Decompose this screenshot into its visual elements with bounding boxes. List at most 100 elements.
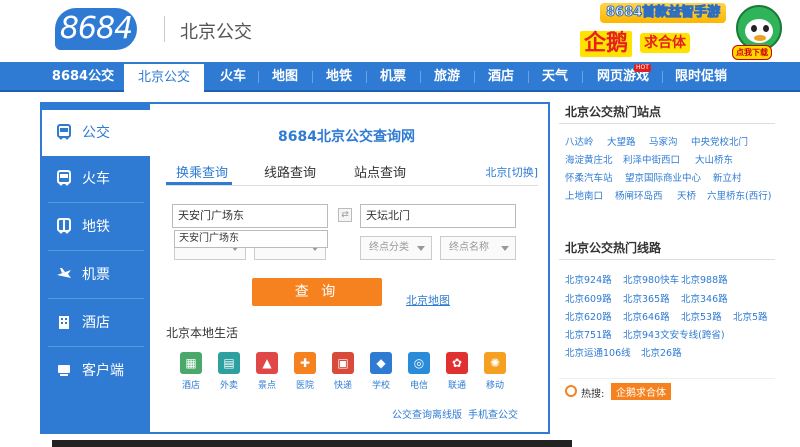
nav-item-travel[interactable]: 旅游: [424, 62, 470, 92]
beijing-map-link[interactable]: 北京地图: [406, 292, 450, 308]
life-item-mobile[interactable]: ✺ 移动: [480, 352, 510, 391]
nav-item-promotion[interactable]: 限时促销: [666, 62, 736, 92]
line-link[interactable]: 北京646路: [623, 309, 670, 323]
unicom-icon: ✿: [446, 352, 468, 374]
mobile-icon: ✺: [484, 352, 506, 374]
side-item-flights[interactable]: 机票: [42, 252, 150, 298]
nav-item-weather[interactable]: 天气: [532, 62, 578, 92]
end-category-select[interactable]: 终点分类: [360, 236, 432, 260]
stop-link[interactable]: 怀柔汽车站: [565, 170, 613, 184]
game-ad-banner[interactable]: 8684首款益智手游 企鹅 求合体 点我下载: [576, 3, 794, 61]
stop-link[interactable]: 六里桥东(西行): [707, 188, 771, 202]
hot-lines-title: 北京公交热门线路: [559, 236, 775, 260]
stop-link[interactable]: 利泽中街西口: [623, 152, 680, 166]
side-item-subway[interactable]: 地铁: [42, 204, 150, 250]
tab-line[interactable]: 线路查询: [264, 162, 316, 181]
line-link[interactable]: 北京943文安专线(跨省): [623, 327, 725, 341]
hotel-icon: ▦: [180, 352, 202, 374]
site-header: 8684 北京公交 8684首款益智手游 企鹅 求合体 点我下载: [0, 0, 800, 62]
offline-version-link[interactable]: 公交查询离线版: [392, 406, 462, 421]
takeout-icon: ▤: [218, 352, 240, 374]
stop-link[interactable]: 杨闸环岛西: [615, 188, 663, 202]
line-link[interactable]: 北京5路: [733, 309, 768, 323]
stop-link[interactable]: 大山桥东: [695, 152, 733, 166]
hot-search-bar: 热搜: 企鹅求合体: [559, 378, 775, 406]
ad-title-big: 企鹅: [578, 29, 635, 59]
line-link[interactable]: 北京924路: [565, 272, 612, 286]
life-item-school[interactable]: ◆ 学校: [366, 352, 396, 391]
line-link[interactable]: 北京26路: [641, 345, 682, 359]
page-title: 8684北京公交查询网: [278, 129, 415, 145]
hot-search-label: 热搜:: [581, 389, 605, 400]
line-link[interactable]: 北京620路: [565, 309, 612, 323]
line-link[interactable]: 北京运通106线: [565, 345, 631, 359]
stop-link[interactable]: 八达岭: [565, 134, 594, 148]
hospital-icon: ✚: [294, 352, 316, 374]
life-item-takeout[interactable]: ▤ 外卖: [214, 352, 244, 391]
life-item-hotel[interactable]: ▦ 酒店: [176, 352, 206, 391]
express-icon: ▣: [332, 352, 354, 374]
tab-stop[interactable]: 站点查询: [354, 162, 406, 181]
life-item-hospital[interactable]: ✚ 医院: [290, 352, 320, 391]
query-button[interactable]: 查 询: [252, 278, 382, 306]
line-link[interactable]: 北京609路: [565, 291, 612, 305]
side-item-bus[interactable]: 公交: [42, 110, 154, 156]
search-panel: 公交 火车 地铁 机票 酒店 客户端 8684北京公交查询网 换乘查询 线路查询…: [40, 102, 550, 434]
life-item-telecom[interactable]: ◎ 电信: [404, 352, 434, 391]
bottom-banner-strip: [52, 440, 572, 447]
hot-badge: HOT: [634, 64, 651, 72]
ad-download-button[interactable]: 点我下载: [732, 45, 772, 60]
scenic-icon: ▲: [256, 352, 278, 374]
life-item-scenic[interactable]: ▲ 景点: [252, 352, 282, 391]
line-link[interactable]: 北京980快车: [623, 272, 679, 286]
life-item-express[interactable]: ▣ 快递: [328, 352, 358, 391]
swap-icon[interactable]: ⇄: [338, 208, 352, 222]
ad-title: 企鹅 求合体: [578, 29, 728, 59]
city-title: 北京公交: [180, 22, 252, 43]
line-link[interactable]: 北京988路: [681, 272, 728, 286]
header-divider: [164, 16, 165, 42]
mobile-bus-link[interactable]: 手机查公交: [468, 406, 518, 421]
ad-headline: 8684首款益智手游: [600, 3, 727, 23]
line-link[interactable]: 北京346路: [681, 291, 728, 305]
stop-link[interactable]: 海淀黄庄北: [565, 152, 613, 166]
main-nav: 8684公交 北京公交 火车 地图 地铁 机票 旅游 酒店 天气 网页游戏 限时…: [0, 62, 800, 92]
stop-link[interactable]: 新立村: [713, 170, 742, 184]
stop-link[interactable]: 中央党校北门: [691, 134, 748, 148]
city-switch-link[interactable]: 北京[切换]: [485, 164, 538, 180]
side-item-client[interactable]: 客户端: [42, 348, 150, 394]
side-item-train[interactable]: 火车: [42, 156, 150, 202]
hot-search-tag[interactable]: 企鹅求合体: [611, 383, 671, 400]
stop-link[interactable]: 天桥: [677, 188, 696, 202]
to-stop-input[interactable]: 天坛北门: [360, 204, 516, 228]
bus-icon: [56, 124, 72, 140]
autocomplete-suggestion[interactable]: 天安门广场东: [174, 230, 328, 248]
telecom-icon: ◎: [408, 352, 430, 374]
nav-item-flights[interactable]: 机票: [370, 62, 416, 92]
tab-transfer[interactable]: 换乘查询: [176, 162, 228, 181]
nav-item-subway[interactable]: 地铁: [316, 62, 362, 92]
stop-link[interactable]: 大望路: [607, 134, 636, 148]
nav-item-map[interactable]: 地图: [262, 62, 308, 92]
hot-stops-box: 北京公交热门站点 八达岭 大望路 马家沟 中央党校北门 海淀黄庄北 利泽中街西口…: [559, 100, 775, 220]
nav-item-hotel[interactable]: 酒店: [478, 62, 524, 92]
side-menu: 公交 火车 地铁 机票 酒店 客户端: [42, 104, 154, 432]
side-item-hotel[interactable]: 酒店: [42, 300, 150, 346]
school-icon: ◆: [370, 352, 392, 374]
nav-item-beijing-bus[interactable]: 北京公交: [124, 62, 204, 92]
nav-item-train[interactable]: 火车: [210, 62, 256, 92]
stop-link[interactable]: 望京国际商业中心: [625, 170, 701, 184]
line-link[interactable]: 北京53路: [681, 309, 722, 323]
hot-lines-box: 北京公交热门线路 北京924路 北京980快车 北京988路 北京609路 北京…: [559, 236, 775, 366]
from-stop-input[interactable]: 天安门广场东: [172, 204, 328, 228]
ad-title-small: 求合体: [640, 33, 690, 53]
local-life-title: 北京本地生活: [166, 326, 239, 340]
site-logo[interactable]: 8684: [55, 8, 137, 50]
line-link[interactable]: 北京365路: [623, 291, 670, 305]
line-link[interactable]: 北京751路: [565, 327, 612, 341]
end-name-select[interactable]: 终点名称: [440, 236, 516, 260]
stop-link[interactable]: 上地南口: [565, 188, 603, 202]
life-item-unicom[interactable]: ✿ 联通: [442, 352, 472, 391]
stop-link[interactable]: 马家沟: [649, 134, 678, 148]
nav-item-8684[interactable]: 8684公交: [48, 62, 118, 92]
